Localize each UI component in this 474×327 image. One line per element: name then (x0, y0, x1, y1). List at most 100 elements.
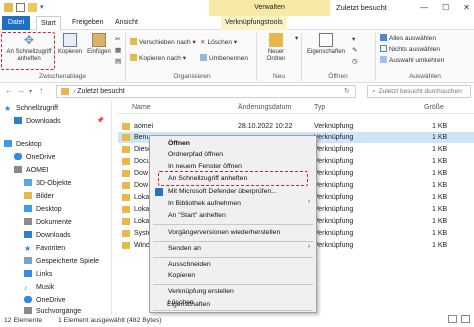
highlight-box (1, 32, 55, 70)
nav-item-schnellzugriff[interactable]: ★ Schnellzugriff (4, 103, 58, 114)
details-view-icon[interactable] (448, 315, 457, 323)
file-type: Verknüpfung (314, 182, 354, 189)
maximize-button[interactable]: ☐ (442, 0, 449, 16)
tab-freigeben[interactable]: Freigeben (68, 16, 108, 30)
nav-item-downloads[interactable]: Downloads 📌 (14, 116, 110, 127)
nav-item-onedrive-2[interactable]: OneDrive (24, 295, 66, 306)
copy-to-label: Kopieren nach (139, 55, 181, 62)
nav-item-gespeicherte-spiele[interactable]: Gespeicherte Spiele (24, 256, 99, 267)
file-name: Loka (134, 194, 150, 201)
file-size: 1 KB (432, 123, 448, 130)
nav-item-links[interactable]: Links (24, 269, 52, 280)
menu-item-create-shortcut[interactable]: Verknüpfung erstellen (168, 287, 234, 297)
copy-to-button[interactable]: Kopieren nach ▾ (130, 54, 186, 63)
new-folder-label: Neuer Ordner (266, 49, 286, 62)
refresh-icon[interactable]: ↻ (344, 87, 350, 95)
menu-item-cut[interactable]: Ausschneiden (168, 260, 211, 270)
shortcut-icon (122, 146, 130, 153)
nav-label: Desktop (36, 206, 62, 213)
nav-item-dokumente[interactable]: Dokumente (24, 217, 72, 228)
tiles-view-icon[interactable] (461, 315, 470, 323)
file-type: Verknüpfung (314, 218, 354, 225)
menu-item-send-to[interactable]: Senden an (168, 244, 201, 254)
rename-button[interactable]: Umbenennen (200, 54, 248, 63)
checkbox-icon[interactable] (16, 3, 25, 12)
column-header-name[interactable]: Name (132, 104, 151, 111)
select-none-button[interactable]: Nichts auswählen (380, 45, 440, 54)
cut-icon[interactable]: ✂ (115, 35, 120, 44)
file-size: 1 KB (432, 242, 448, 249)
menu-item-include-library[interactable]: In Bibliothek aufnehmen (168, 199, 241, 209)
new-folder-button[interactable]: Neuer Ordner (259, 33, 293, 63)
new-folder-icon[interactable] (28, 3, 37, 12)
nav-item-aomei[interactable]: AOMEI (14, 165, 49, 176)
nav-item-onedrive[interactable]: OneDrive (14, 152, 56, 163)
nav-item-3d-objekte[interactable]: 3D-Objekte (24, 178, 71, 189)
nav-item-bilder[interactable]: Bilder (24, 191, 54, 202)
history-icon[interactable]: ◷ (352, 57, 358, 66)
new-item-icon[interactable]: ▾ (295, 34, 298, 43)
menu-item-defender[interactable]: Mit Microsoft Defender überprüfen... (168, 187, 277, 197)
menu-separator (153, 257, 313, 258)
nav-label: OneDrive (26, 154, 56, 161)
folder-icon[interactable] (4, 3, 13, 12)
chevron-right-icon: › (308, 244, 310, 250)
menu-item-open[interactable]: Öffnen (168, 139, 190, 149)
open-icon[interactable]: ▾ (352, 35, 355, 44)
paste-button[interactable]: Einfügen (84, 33, 114, 56)
shortcut-icon (122, 134, 130, 141)
menu-item-copy[interactable]: Kopieren (168, 271, 195, 281)
nav-item-desktop-2[interactable]: Desktop (24, 204, 62, 215)
nav-item-favoriten[interactable]: ★ Favoriten (24, 243, 65, 254)
desktop-icon (4, 140, 12, 147)
paste-label: Einfügen (87, 49, 111, 55)
tab-ansicht[interactable]: Ansicht (111, 16, 142, 30)
up-arrow-icon[interactable]: ↑ (39, 86, 43, 95)
invert-selection-icon (380, 56, 387, 63)
delete-button[interactable]: ✕ Löschen ▾ (200, 38, 237, 47)
column-header-date[interactable]: Änderungsdatum (238, 104, 291, 111)
nav-label: Favoriten (36, 245, 66, 252)
copy-button[interactable]: Kopieren (57, 33, 83, 56)
shortcut-icon (122, 158, 130, 165)
nav-item-downloads-2[interactable]: Downloads (24, 230, 71, 241)
tab-datei[interactable]: Datei (2, 16, 30, 30)
highlight-box (158, 171, 308, 186)
delete-icon: ✕ (200, 39, 206, 46)
copy-label: Kopieren (57, 49, 83, 55)
close-button[interactable]: ✕ (463, 0, 470, 16)
menu-separator (153, 310, 313, 311)
tab-verknuepfungstools[interactable]: Verknüpfungstools (221, 16, 287, 30)
column-header-size[interactable]: Größe (424, 104, 444, 111)
select-all-button[interactable]: Alles auswählen (380, 34, 436, 43)
paste-shortcut-icon[interactable]: ▤ (115, 57, 121, 66)
back-arrow-icon[interactable]: ← (5, 86, 13, 95)
tab-start[interactable]: Start (36, 16, 61, 31)
minimize-button[interactable]: — (420, 0, 428, 16)
menu-item-open-location[interactable]: Ordnerpfad öffnen (168, 150, 223, 160)
menu-item-properties[interactable]: Eigenschaften (167, 300, 210, 310)
games-icon (24, 257, 32, 264)
menu-item-pin-start[interactable]: An "Start" anheften (168, 211, 226, 221)
menu-item-restore-versions[interactable]: Vorgängerversionen wiederherstellen (168, 228, 280, 238)
nav-item-musik[interactable]: ♪ Musik (24, 282, 54, 293)
column-header-type[interactable]: Typ (314, 104, 325, 111)
cloud-icon (24, 296, 32, 303)
pane-divider[interactable] (111, 100, 112, 315)
invert-selection-button[interactable]: Auswahl umkehren (380, 56, 444, 65)
address-bar[interactable]: › Zuletzt besucht (56, 85, 356, 98)
copy-path-icon[interactable]: ▦ (115, 46, 121, 55)
chevron-down-icon[interactable]: ▾ (40, 3, 49, 12)
download-icon (24, 231, 32, 238)
nav-item-desktop[interactable]: Desktop (4, 139, 42, 150)
chevron-down-icon[interactable]: ▾ (29, 88, 32, 95)
move-to-button[interactable]: Verschieben nach ▾ (130, 38, 196, 47)
forward-arrow-icon[interactable]: → (17, 86, 25, 95)
edit-icon[interactable]: ✎ (352, 46, 357, 55)
properties-button[interactable]: Eigenschaften (303, 33, 349, 56)
search-input[interactable]: ⌕ Zuletzt besucht durchsuchen (367, 85, 471, 98)
table-row[interactable]: aomei 28.10.2022 10:22 Verknüpfung 1 KB (118, 121, 474, 132)
ribbon-tabs: Datei Start Freigeben Ansicht Verknüpfun… (0, 16, 474, 31)
pin-icon: 📌 (96, 118, 104, 124)
search-icon: ⌕ (372, 88, 376, 95)
